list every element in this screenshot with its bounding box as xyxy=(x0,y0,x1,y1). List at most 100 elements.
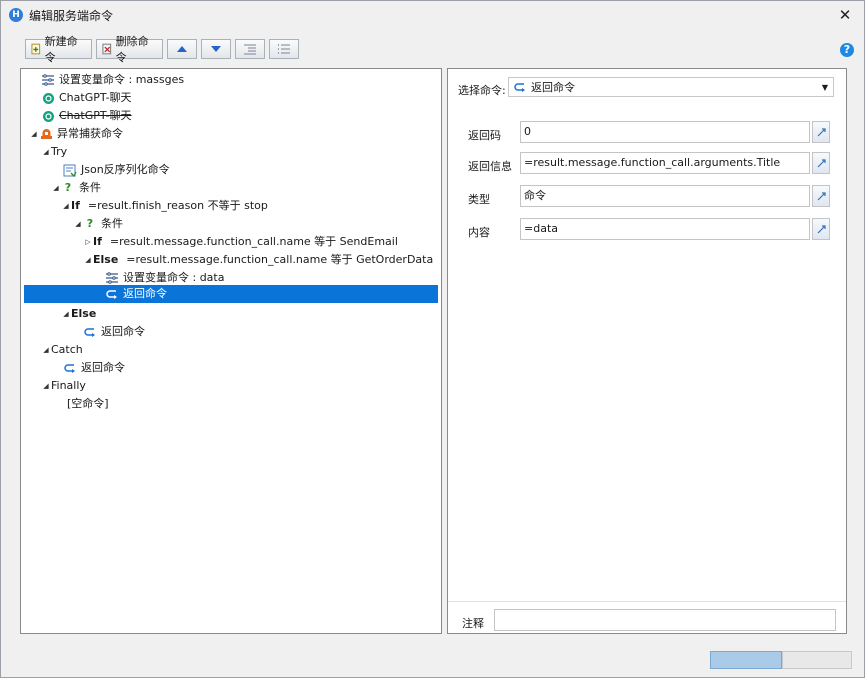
expression-editor-button[interactable] xyxy=(812,152,830,174)
new-command-label: 新建命令 xyxy=(44,35,78,64)
if-keyword: If xyxy=(71,199,80,212)
tree-item[interactable]: ◢ Else =result.message.function_call.nam… xyxy=(83,251,433,269)
move-up-button[interactable] xyxy=(167,39,197,59)
tree-item-label: Finally xyxy=(51,379,86,392)
type-label: 类型 xyxy=(468,193,490,206)
details-panel: 选择命令: 返回命令 ▼ 返回码 0 返回信息 =result.message.… xyxy=(447,68,847,634)
tree-item[interactable]: ◢ ? 条件 xyxy=(51,179,101,197)
tree-item[interactable]: ◢ Else xyxy=(61,305,104,323)
exception-catch-icon xyxy=(39,127,53,141)
return-message-label: 返回信息 xyxy=(468,160,512,173)
move-down-button[interactable] xyxy=(201,39,231,59)
tree-item-label: 设置变量命令 : massges xyxy=(59,73,185,86)
collapse-toggle-icon[interactable]: ◢ xyxy=(61,197,71,215)
content-input[interactable]: =data xyxy=(520,218,810,240)
expression-icon xyxy=(817,191,826,200)
return-icon xyxy=(83,325,97,339)
new-document-icon xyxy=(31,43,41,55)
delete-command-button[interactable]: 删除命令 xyxy=(96,35,163,64)
collapse-toggle-icon[interactable]: ◢ xyxy=(41,143,51,161)
close-button[interactable]: ✕ xyxy=(836,6,854,24)
new-command-button[interactable]: 新建命令 xyxy=(25,35,92,64)
ok-button[interactable] xyxy=(710,651,782,669)
tree-item-label: ChatGPT-聊天 xyxy=(59,109,132,122)
else-keyword: Else xyxy=(71,307,97,320)
tree-item[interactable]: ◢ 异常捕获命令 xyxy=(29,125,123,143)
arrow-up-icon xyxy=(177,46,187,52)
content-label: 内容 xyxy=(468,226,490,239)
delete-document-icon xyxy=(102,43,112,55)
dropdown-arrow-icon[interactable]: ▼ xyxy=(822,83,828,92)
help-icon[interactable]: ? xyxy=(840,43,854,57)
condition-icon: ? xyxy=(64,181,72,194)
collapse-toggle-icon[interactable]: ◢ xyxy=(29,125,39,143)
collapse-toggle-icon[interactable]: ◢ xyxy=(51,179,61,197)
command-select[interactable]: 返回命令 ▼ xyxy=(508,77,834,97)
tree-item[interactable]: ▷ If =result.message.function_call.name … xyxy=(83,233,398,251)
toolbar: 新建命令 删除命令 xyxy=(25,35,299,64)
tree-item-label: ChatGPT-聊天 xyxy=(59,91,132,104)
collapse-toggle-icon[interactable]: ◢ xyxy=(41,341,51,359)
collapse-toggle-icon[interactable]: ◢ xyxy=(61,305,71,323)
expand-toggle-icon[interactable]: ▷ xyxy=(83,233,93,251)
condition-icon: ? xyxy=(86,217,94,230)
tree-item-selected[interactable]: 返回命令 xyxy=(24,285,438,303)
tree-item[interactable]: ◢ Try xyxy=(41,143,67,161)
tree-item-label: 返回命令 xyxy=(123,287,167,300)
tree-item-label: 返回命令 xyxy=(101,325,145,338)
divider xyxy=(448,601,846,602)
note-input[interactable] xyxy=(494,609,836,631)
expression-editor-button[interactable] xyxy=(812,185,830,207)
collapse-toggle-icon[interactable]: ◢ xyxy=(41,377,51,395)
return-icon xyxy=(63,361,77,375)
outdent-button[interactable] xyxy=(269,39,299,59)
collapse-toggle-icon[interactable]: ◢ xyxy=(73,215,83,233)
dialog-window: H 编辑服务端命令 ✕ 新建命令 删除命令 ? 设置变量命令: massges… xyxy=(0,0,865,678)
command-tree[interactable]: 设置变量命令 : massges ChatGPT-聊天 ChatGPT-聊天 ◢… xyxy=(20,68,442,634)
tree-item-disabled[interactable]: ChatGPT-聊天 xyxy=(41,107,132,125)
indent-icon xyxy=(244,44,256,55)
chatgpt-icon xyxy=(41,109,55,123)
tree-item[interactable]: ChatGPT-聊天 xyxy=(41,89,132,107)
expression-editor-button[interactable] xyxy=(812,218,830,240)
tree-item[interactable]: 设置变量命令 : massges xyxy=(41,71,184,89)
variable-icon xyxy=(105,271,119,285)
expression-icon xyxy=(817,158,826,167)
cancel-button[interactable] xyxy=(782,651,852,669)
return-code-input[interactable]: 0 xyxy=(520,121,810,143)
delete-command-label: 删除命令 xyxy=(115,35,149,64)
tree-item-label: =result.finish_reason 不等于 stop xyxy=(87,199,268,212)
tree-item-label: Catch xyxy=(51,343,83,356)
expression-icon xyxy=(817,224,826,233)
tree-item-label: Json反序列化命令 xyxy=(81,163,170,176)
list-icon xyxy=(278,44,290,54)
return-code-label: 返回码 xyxy=(468,129,501,142)
app-icon: H xyxy=(9,8,23,22)
else-keyword: Else xyxy=(93,253,119,266)
select-command-label: 选择命令: xyxy=(458,84,506,97)
title-bar: H 编辑服务端命令 ✕ xyxy=(1,1,864,29)
tree-item[interactable]: [空命令] xyxy=(67,395,109,413)
chatgpt-icon xyxy=(41,91,55,105)
expression-editor-button[interactable] xyxy=(812,121,830,143)
tree-item-label: Try xyxy=(51,145,68,158)
tree-item[interactable]: ◢ Finally xyxy=(41,377,86,395)
return-message-input[interactable]: =result.message.function_call.arguments.… xyxy=(520,152,810,174)
return-icon xyxy=(513,80,527,94)
tree-item[interactable]: 返回命令 xyxy=(63,359,125,377)
indent-button[interactable] xyxy=(235,39,265,59)
tree-item-label: [空命令] xyxy=(67,397,109,410)
tree-item[interactable]: Json反序列化命令 xyxy=(63,161,170,179)
type-input[interactable]: 命令 xyxy=(520,185,810,207)
arrow-down-icon xyxy=(211,46,221,52)
tree-item-label: 返回命令 xyxy=(81,361,125,374)
return-icon xyxy=(105,287,119,301)
note-label: 注释 xyxy=(462,617,484,630)
tree-item[interactable]: ◢ If =result.finish_reason 不等于 stop xyxy=(61,197,268,215)
tree-item-label: 异常捕获命令 xyxy=(57,127,123,140)
tree-item[interactable]: ◢ Catch xyxy=(41,341,83,359)
collapse-toggle-icon[interactable]: ◢ xyxy=(83,251,93,269)
tree-item-label: 条件 xyxy=(101,217,123,230)
tree-item[interactable]: ◢ ? 条件 xyxy=(73,215,123,233)
tree-item[interactable]: 返回命令 xyxy=(83,323,145,341)
